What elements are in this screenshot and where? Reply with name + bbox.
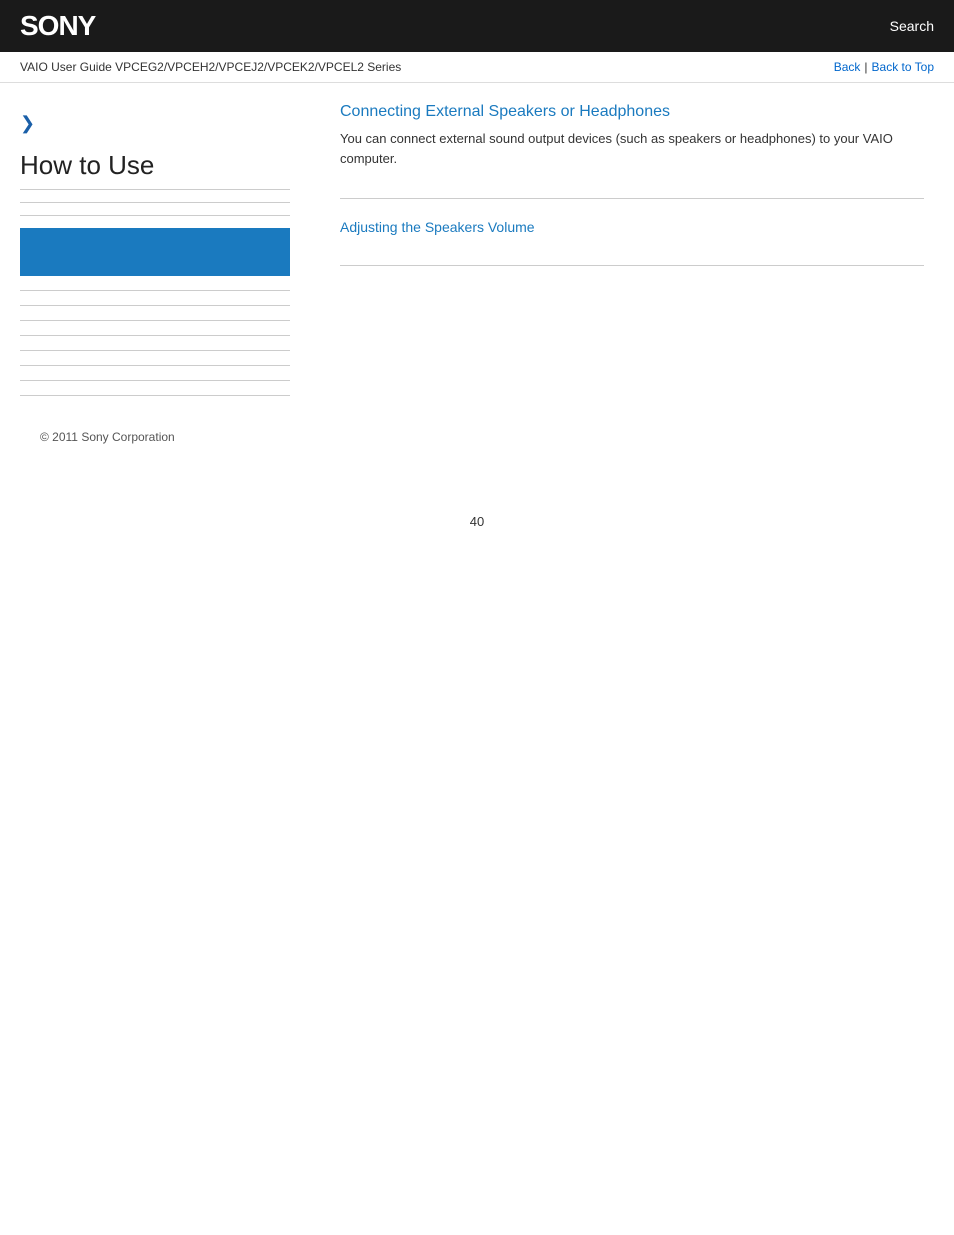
section-adjusting-volume: Adjusting the Speakers Volume [340,219,924,235]
back-to-top-link[interactable]: Back to Top [872,60,934,74]
sidebar-divider-2 [20,215,290,216]
section-connecting-speakers: Connecting External Speakers or Headphon… [340,103,924,168]
content-divider-1 [340,198,924,199]
breadcrumb-links: Back | Back to Top [834,60,934,74]
page-number: 40 [0,484,954,539]
sidebar-line-5 [20,350,290,351]
sidebar-divider-1 [20,202,290,203]
content-divider-2 [340,265,924,266]
sony-logo: SONY [20,10,95,42]
copyright-text: © 2011 Sony Corporation [40,430,175,444]
search-button[interactable]: Search [890,18,934,34]
sidebar-title: How to Use [20,150,290,190]
guide-title: VAIO User Guide VPCEG2/VPCEH2/VPCEJ2/VPC… [20,60,401,74]
sidebar-line-1 [20,290,290,291]
connecting-speakers-link[interactable]: Connecting External Speakers or Headphon… [340,103,924,121]
sidebar-line-3 [20,320,290,321]
sidebar-line-7 [20,380,290,381]
sidebar-blue-box[interactable] [20,228,290,276]
breadcrumb-separator: | [864,60,867,74]
sidebar-footer: © 2011 Sony Corporation [20,410,290,464]
sidebar-line-2 [20,305,290,306]
connecting-speakers-desc: You can connect external sound output de… [340,129,924,168]
main-content: ❯ How to Use © 2011 Sony Corporation Con… [0,83,954,484]
sidebar-line-4 [20,335,290,336]
sidebar: ❯ How to Use © 2011 Sony Corporation [0,83,310,484]
adjusting-volume-link[interactable]: Adjusting the Speakers Volume [340,219,924,235]
back-link[interactable]: Back [834,60,861,74]
sidebar-arrow-icon[interactable]: ❯ [20,113,290,134]
sidebar-line-6 [20,365,290,366]
page-header: SONY Search [0,0,954,52]
sidebar-line-8 [20,395,290,396]
content-area: Connecting External Speakers or Headphon… [310,83,954,484]
breadcrumb-bar: VAIO User Guide VPCEG2/VPCEH2/VPCEJ2/VPC… [0,52,954,83]
